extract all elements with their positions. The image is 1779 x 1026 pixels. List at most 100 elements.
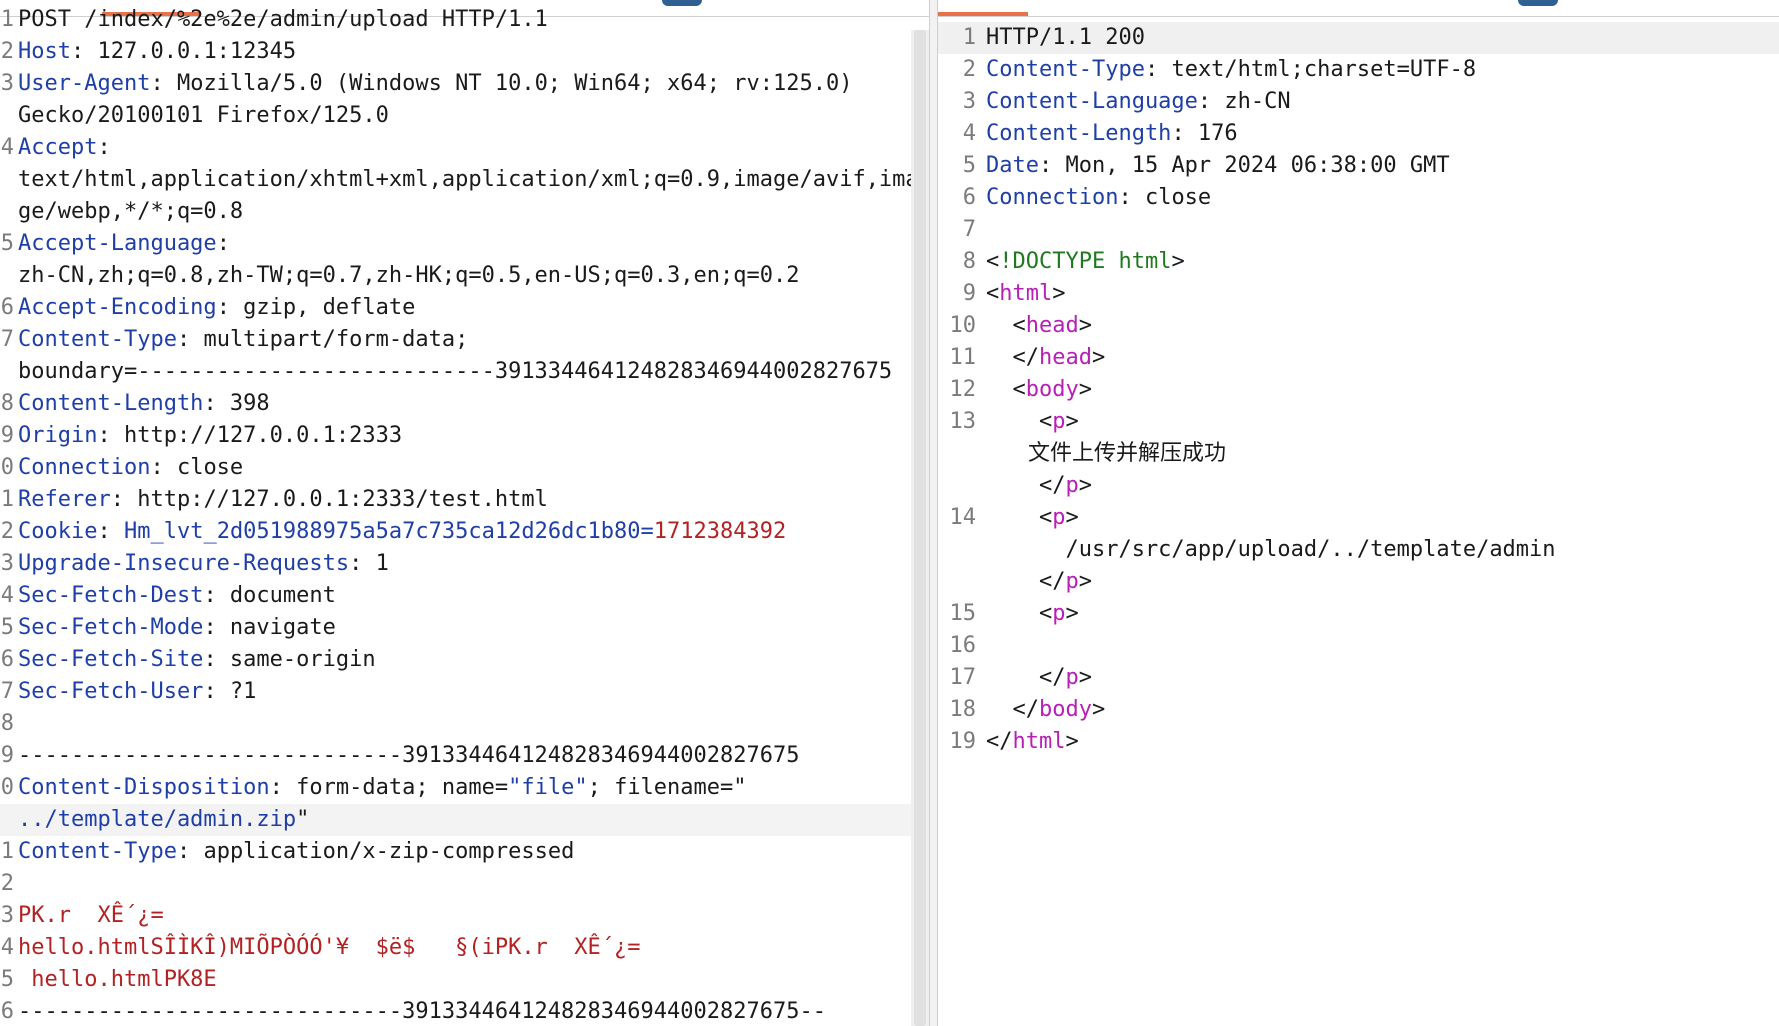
code-line[interactable]: 9 -----------------------------3913344641… [0,740,911,772]
response-toolbar-button[interactable] [1518,0,1558,6]
line-number: 3 [0,551,14,576]
line-text [18,708,911,740]
code-line[interactable]: 2 Host: 127.0.0.1:12345 [0,36,911,68]
request-scrollbar[interactable] [911,30,929,1026]
line-number [938,566,986,598]
header-name: Accept-Encoding [18,295,217,320]
line-number [0,804,18,836]
code-line[interactable]: 6 -----------------------------3913344641… [0,996,911,1026]
code-line[interactable]: 2 Content-Type: text/html;charset=UTF-8 [938,54,1779,86]
code-line[interactable]: 1 Referer: http://127.0.0.1:2333/test.htm… [0,484,911,516]
code-line[interactable]: 10 <head> [938,310,1779,342]
line-text: Accept-Encoding: gzip, deflate [18,292,911,324]
line-text: hello.htmlPK8E [18,964,911,996]
line-number: 15 [949,601,977,626]
code-line[interactable]: 5 Sec-Fetch-Mode: navigate [0,612,911,644]
code-line[interactable]: ge/webp,*/*;q=0.8 [0,196,911,228]
code-line[interactable]: /usr/src/app/upload/../template/admin [938,534,1779,566]
binary-data: PK.r XÊ´¿= [18,903,164,928]
code-line[interactable]: ../template/admin.zip" [0,804,911,836]
line-text [986,214,1779,246]
code-line[interactable]: </p> [938,566,1779,598]
code-line[interactable]: 15 <p> [938,598,1779,630]
code-line[interactable]: 0 Connection: close [0,452,911,484]
code-line[interactable]: 13 <p> [938,406,1779,438]
code-line[interactable]: 5 Accept-Language: [0,228,911,260]
code-line[interactable]: 2 Cookie: Hm_lvt_2d051988975a5a7c735ca12d… [0,516,911,548]
header-colon: : [203,583,217,608]
plain-text: -----------------------------39133446412… [18,999,826,1024]
code-line[interactable]: 5 Date: Mon, 15 Apr 2024 06:38:00 GMT [938,150,1779,182]
code-line[interactable]: 6 Accept-Encoding: gzip, deflate [0,292,911,324]
code-line[interactable]: 7 Content-Type: multipart/form-data; [0,324,911,356]
line-number: 1 [962,25,976,50]
code-line[interactable]: 文件上传并解压成功 [938,438,1779,470]
response-editor[interactable]: 1 HTTP/1.1 200 2 Content-Type: text/html;ch… [938,22,1779,758]
code-line[interactable]: 18 </body> [938,694,1779,726]
code-line[interactable]: Gecko/20100101 Firefox/125.0 [0,100,911,132]
line-text: hello.htmlSÎÌKÎ)MIÕPÒÓÓ'¥ $ë$ §(iPK.r XÊ… [18,932,911,964]
request-editor[interactable]: 1 POST /index/%2e%2e/admin/upload HTTP/1.… [0,4,919,1026]
header-name: Origin [18,423,98,448]
line-number: 1 [0,7,14,32]
code-line[interactable]: 4 hello.htmlSÎÌKÎ)MIÕPÒÓÓ'¥ $ë$ §(iPK.r X… [0,932,911,964]
line-text: Content-Type: application/x-zip-compress… [18,836,911,868]
code-line[interactable]: 8 <!DOCTYPE html> [938,246,1779,278]
code-line[interactable]: 6 Sec-Fetch-Site: same-origin [0,644,911,676]
code-line[interactable]: 4 Content-Length: 176 [938,118,1779,150]
line-text: PK.r XÊ´¿= [18,900,911,932]
code-line[interactable]: 7 Sec-Fetch-User: ?1 [0,676,911,708]
response-pane[interactable]: 1 HTTP/1.1 200 2 Content-Type: text/html;ch… [938,0,1779,1026]
response-active-tab-indicator[interactable] [938,12,1028,16]
code-line[interactable]: 5 hello.htmlPK8E [0,964,911,996]
code-line[interactable]: 4 Accept: [0,132,911,164]
pane-splitter[interactable] [929,0,938,1026]
code-line[interactable]: 3 Upgrade-Insecure-Requests: 1 [0,548,911,580]
code-line[interactable]: 3 PK.r XÊ´¿= [0,900,911,932]
code-line[interactable]: 12 <body> [938,374,1779,406]
code-line[interactable]: 2 [0,868,911,900]
code-line[interactable]: 3 Content-Language: zh-CN [938,86,1779,118]
code-line[interactable]: text/html,application/xhtml+xml,applicat… [0,164,919,196]
code-line[interactable]: 1 Content-Type: application/x-zip-compres… [0,836,911,868]
code-line[interactable]: 3 User-Agent: Mozilla/5.0 (Windows NT 10.… [0,68,911,100]
code-line[interactable]: 8 [0,708,911,740]
line-text: <head> [986,310,1779,342]
header-colon: : [203,647,217,672]
code-line[interactable]: 9 Origin: http://127.0.0.1:2333 [0,420,911,452]
tag-close-bracket: > [1078,473,1092,498]
request-pane[interactable]: 1 POST /index/%2e%2e/admin/upload HTTP/1.… [0,0,929,1026]
code-line[interactable]: 7 [938,214,1779,246]
code-line[interactable]: 14 <p> [938,502,1779,534]
cookie-equals: = [640,519,654,544]
code-line[interactable]: zh-CN,zh;q=0.8,zh-TW;q=0.7,zh-HK;q=0.5,e… [0,260,911,292]
code-line[interactable]: 8 Content-Length: 398 [0,388,911,420]
code-line[interactable]: 6 Connection: close [938,182,1779,214]
line-text: -----------------------------39133446412… [18,740,911,772]
line-text: <p> [986,502,1779,534]
code-line[interactable]: 4 Sec-Fetch-Dest: document [0,580,911,612]
header-colon: : [97,135,111,160]
request-scrollbar-thumb[interactable] [914,30,926,1026]
line-number: 5 [0,967,14,992]
line-text: </body> [986,694,1779,726]
code-line[interactable]: boundary=---------------------------3913… [0,356,911,388]
code-line[interactable]: 16 [938,630,1779,662]
code-line[interactable]: 1 POST /index/%2e%2e/admin/upload HTTP/1.… [0,4,911,36]
header-value: 398 [216,391,270,416]
code-line[interactable]: 1 HTTP/1.1 200 [938,22,1779,54]
code-line[interactable]: 9 <html> [938,278,1779,310]
code-line[interactable]: 17 </p> [938,662,1779,694]
line-text: Sec-Fetch-Site: same-origin [18,644,911,676]
line-text: /usr/src/app/upload/../template/admin [986,534,1779,566]
tag-close-bracket: > [1065,409,1079,434]
header-name: Connection [986,185,1119,210]
code-line[interactable]: 19 </html> [938,726,1779,758]
code-line[interactable]: </p> [938,470,1779,502]
code-line[interactable]: 0 Content-Disposition: form-data; name="f… [0,772,911,804]
line-number: 5 [962,153,976,178]
code-line[interactable]: 11 </head> [938,342,1779,374]
line-number: 18 [949,697,977,722]
line-text: Origin: http://127.0.0.1:2333 [18,420,911,452]
